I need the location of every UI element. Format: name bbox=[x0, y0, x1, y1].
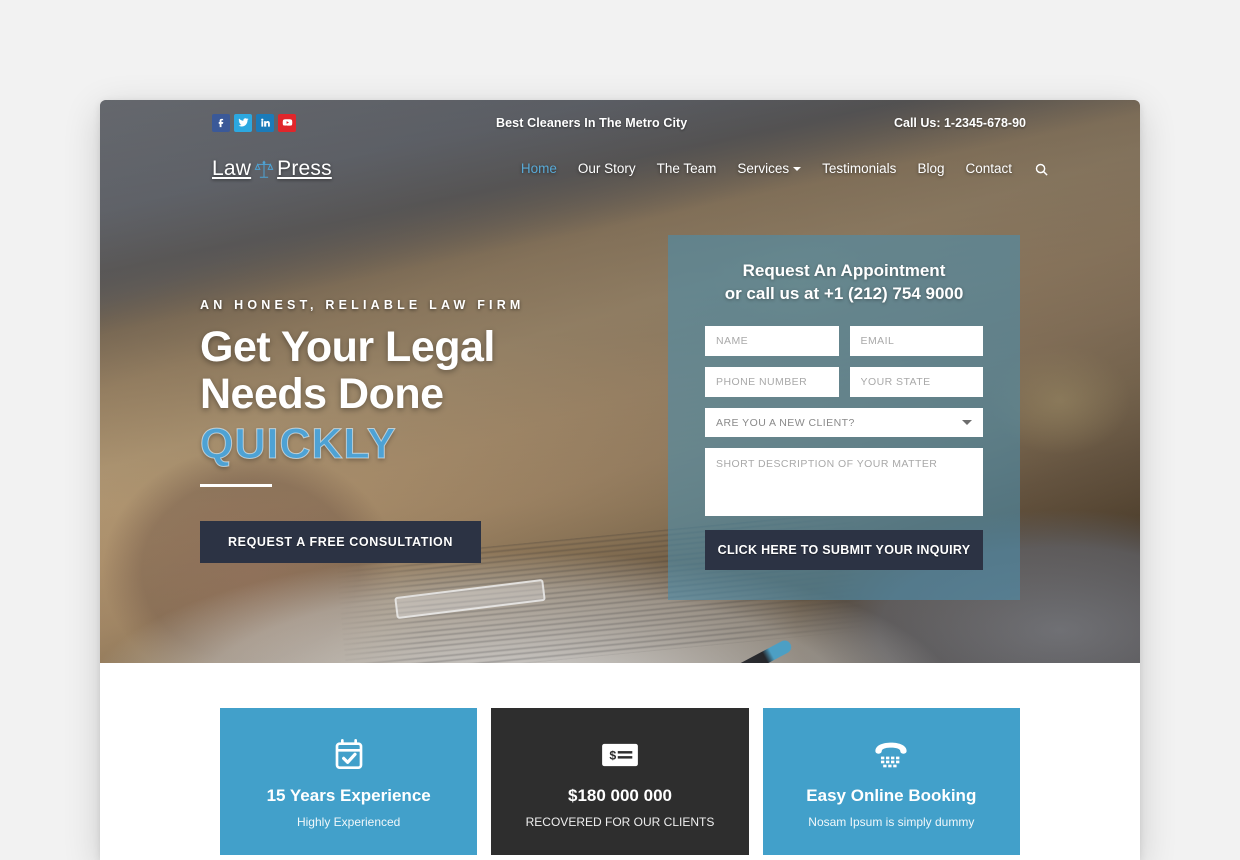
top-tagline: Best Cleaners In The Metro City bbox=[496, 115, 688, 130]
hero-eyebrow: AN HONEST, RELIABLE LAW FIRM bbox=[200, 298, 525, 312]
telephone-icon bbox=[779, 736, 1004, 774]
appointment-form-panel: Request An Appointment or call us at +1 … bbox=[668, 235, 1020, 600]
matter-description-textarea[interactable] bbox=[705, 448, 983, 516]
call-us-text: Call Us: 1-2345-678-90 bbox=[893, 115, 1026, 130]
hero-copy: AN HONEST, RELIABLE LAW FIRM Get Your Le… bbox=[200, 298, 630, 563]
feature-card-booking[interactable]: Easy Online Booking Nosam Ipsum is simpl… bbox=[762, 708, 1020, 855]
main-navbar: Law Press Home Our Story The Team Servic… bbox=[100, 145, 1140, 193]
nav-item-home[interactable]: Home bbox=[521, 160, 557, 178]
nav-item-blog[interactable]: Blog bbox=[917, 160, 944, 178]
linkedin-icon[interactable] bbox=[256, 113, 274, 132]
features-section: 15 Years Experience Highly Experienced $… bbox=[100, 663, 1140, 860]
nav-item-our-story[interactable]: Our Story bbox=[578, 160, 636, 178]
appointment-title: Request An Appointment or call us at +1 … bbox=[705, 259, 983, 305]
feature-card-experience[interactable]: 15 Years Experience Highly Experienced bbox=[220, 708, 478, 855]
feature-title: $180 000 000 bbox=[567, 786, 672, 805]
feature-subtitle: Nosam Ipsum is simply dummy bbox=[808, 815, 975, 829]
logo-text-right: Press bbox=[277, 157, 332, 180]
hero-headline: Get Your Legal Needs Done QUICKLY bbox=[200, 324, 630, 470]
hero-headline-line2: Needs Done bbox=[200, 370, 444, 418]
phone-input[interactable] bbox=[705, 367, 839, 397]
nav-menu: Home Our Story The Team Services Testimo… bbox=[521, 160, 1012, 178]
search-icon[interactable] bbox=[1030, 158, 1052, 180]
nav-item-services[interactable]: Services bbox=[737, 160, 802, 178]
twitter-icon[interactable] bbox=[234, 113, 252, 132]
form-row-1 bbox=[705, 326, 983, 356]
nav-item-testimonials[interactable]: Testimonials bbox=[822, 160, 896, 178]
website-page-frame: Best Cleaners In The Metro City Call Us:… bbox=[100, 100, 1140, 860]
hero-rotating-word: QUICKLY bbox=[200, 420, 397, 469]
email-input[interactable] bbox=[849, 326, 983, 356]
feature-title: 15 Years Experience bbox=[266, 786, 431, 805]
hero-underline-rule bbox=[200, 484, 272, 487]
name-input[interactable] bbox=[705, 326, 839, 356]
calendar-check-icon bbox=[236, 736, 461, 774]
new-client-select[interactable]: ARE YOU A NEW CLIENT? bbox=[705, 408, 983, 437]
submit-inquiry-button[interactable]: CLICK HERE TO SUBMIT YOUR INQUIRY bbox=[705, 530, 983, 570]
feature-cards: 15 Years Experience Highly Experienced $… bbox=[220, 708, 1020, 855]
social-links bbox=[212, 113, 296, 132]
feature-subtitle: Highly Experienced bbox=[296, 815, 401, 829]
money-bill-icon: $ bbox=[507, 736, 732, 774]
facebook-icon[interactable] bbox=[212, 113, 230, 132]
chevron-down-icon bbox=[793, 167, 802, 172]
feature-title: Easy Online Booking bbox=[806, 786, 977, 805]
site-logo[interactable]: Law Press bbox=[212, 157, 332, 181]
hero-section: Best Cleaners In The Metro City Call Us:… bbox=[100, 100, 1140, 663]
form-row-2 bbox=[705, 367, 983, 397]
state-input[interactable] bbox=[849, 367, 983, 397]
nav-services-label: Services bbox=[737, 161, 790, 176]
nav-item-contact[interactable]: Contact bbox=[965, 160, 1012, 178]
svg-text:$: $ bbox=[609, 748, 616, 762]
hero-headline-line1: Get Your Legal bbox=[200, 323, 495, 371]
appointment-title-line2: or call us at +1 (212) 754 9000 bbox=[724, 284, 964, 303]
feature-subtitle: RECOVERED FOR OUR CLIENTS bbox=[525, 815, 715, 829]
youtube-icon[interactable] bbox=[278, 113, 296, 132]
nav-item-the-team[interactable]: The Team bbox=[657, 160, 717, 178]
request-consultation-button[interactable]: REQUEST A FREE CONSULTATION bbox=[200, 521, 481, 563]
scales-of-justice-icon bbox=[254, 160, 274, 178]
top-utility-bar: Best Cleaners In The Metro City Call Us:… bbox=[100, 100, 1140, 145]
feature-card-recovered[interactable]: $ $180 000 000 RECOVERED FOR OUR CLIENTS bbox=[491, 708, 749, 855]
appointment-title-line1: Request An Appointment bbox=[742, 261, 946, 280]
logo-text-left: Law bbox=[212, 157, 252, 180]
new-client-select-wrapper: ARE YOU A NEW CLIENT? bbox=[705, 408, 983, 437]
